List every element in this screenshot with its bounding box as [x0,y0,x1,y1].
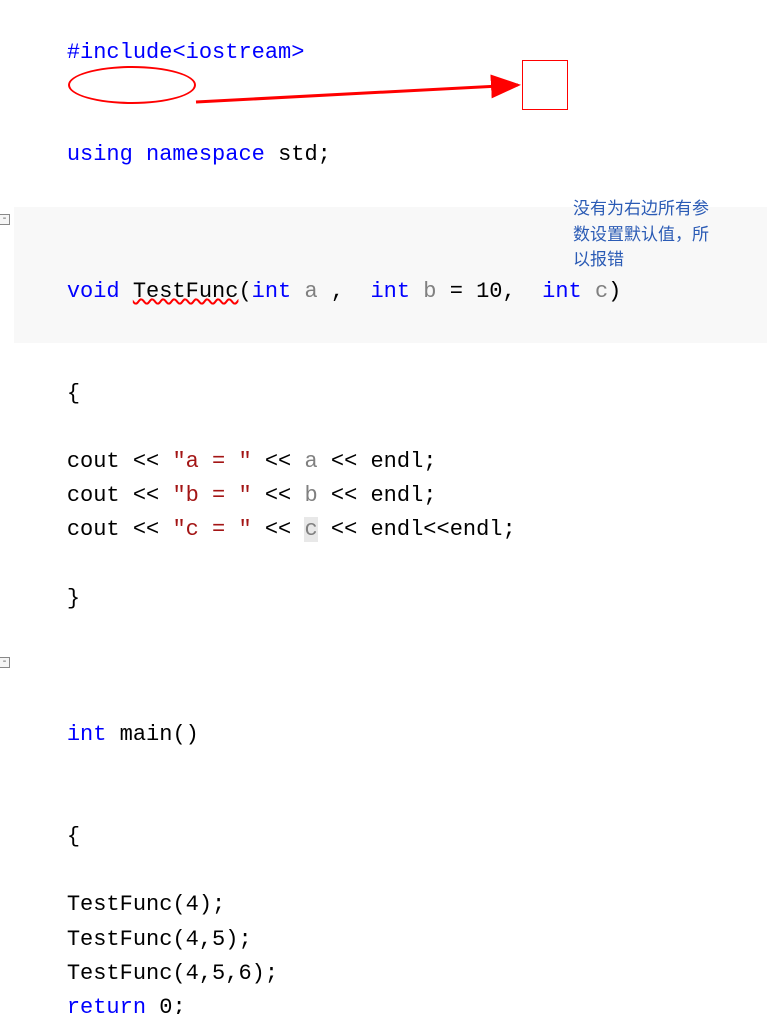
keyword-void: void [67,279,120,304]
code-line-7: cout << "c = " << c << endl<<endl; [14,513,767,547]
var-b: b [304,483,317,508]
var-c: c [304,517,317,542]
identifier-endl: endl [370,483,423,508]
code-line-13: TestFunc(4,5,6); [14,957,767,991]
param-a: a [304,279,317,304]
op-stream: << [318,517,371,542]
code-line-9: - int main() [14,650,767,786]
code-line-10: { [14,786,767,888]
call-testfunc: TestFunc(4); [67,892,225,917]
semicolon: ; [318,142,331,167]
collapse-icon[interactable]: - [0,214,10,225]
parens: () [172,722,198,747]
code-line-6: cout << "b = " << b << endl; [14,479,767,513]
op-stream: << [120,449,173,474]
param-b: b [423,279,436,304]
keyword-return: return [67,995,146,1014]
brace-open: { [67,824,80,849]
angle-bracket-close: > [291,40,304,65]
brace-open: { [67,381,80,406]
code-editor[interactable]: #include<iostream> using namespace std; … [0,0,767,1014]
preprocessor-directive: #include [67,40,173,65]
paren-close: ) [608,279,621,304]
keyword-int: int [252,279,292,304]
keyword-int: int [67,722,107,747]
number-zero: 0 [146,995,172,1014]
semicolon: ; [172,995,185,1014]
identifier-endl: endl [370,517,423,542]
code-line-11: TestFunc(4); [14,888,767,922]
code-line-2: using namespace std; [14,104,767,206]
keyword-int: int [542,279,582,304]
op-stream: << [252,449,305,474]
op-stream: << [252,483,305,508]
number-ten: 10 [476,279,502,304]
identifier-cout: cout [67,483,120,508]
code-line-8: } [14,548,767,650]
string-literal: "a = " [172,449,251,474]
string-literal: "c = " [172,517,251,542]
op-stream: << [120,483,173,508]
collapse-icon[interactable]: - [0,657,10,668]
identifier-cout: cout [67,517,120,542]
comma: , [318,279,371,304]
code-line-14: return 0; [14,991,767,1014]
annotation-line-3: 以报错 [573,247,753,273]
string-literal: "b = " [172,483,251,508]
annotation-line-2: 数设置默认值，所 [573,222,753,248]
comma: , [503,279,543,304]
function-name: TestFunc [133,279,239,304]
call-testfunc: TestFunc(4,5); [67,927,252,952]
identifier-endl: endl [450,517,503,542]
paren-open: ( [238,279,251,304]
op-stream: << [120,517,173,542]
op-stream: << [252,517,305,542]
semicolon: ; [503,517,516,542]
semicolon: ; [423,449,436,474]
header-name: iostream [186,40,292,65]
keyword-int: int [370,279,410,304]
code-line-4: { [14,343,767,445]
param-c: c [595,279,608,304]
var-a: a [304,449,317,474]
op-stream: << [318,483,371,508]
op-stream: << [423,517,449,542]
keyword-namespace: namespace [146,142,265,167]
equals: = [437,279,477,304]
call-testfunc: TestFunc(4,5,6); [67,961,278,986]
identifier-std: std [278,142,318,167]
identifier-endl: endl [370,449,423,474]
identifier-cout: cout [67,449,120,474]
keyword-using: using [67,142,133,167]
annotation-line-1: 没有为右边所有参 [573,196,753,222]
function-main: main [120,722,173,747]
semicolon: ; [423,483,436,508]
error-text-annotation: 没有为右边所有参 数设置默认值，所 以报错 [573,196,753,273]
code-line-12: TestFunc(4,5); [14,923,767,957]
code-line-5: cout << "a = " << a << endl; [14,445,767,479]
angle-bracket-open: < [172,40,185,65]
code-line-1: #include<iostream> [14,2,767,104]
op-stream: << [318,449,371,474]
brace-close: } [67,586,80,611]
